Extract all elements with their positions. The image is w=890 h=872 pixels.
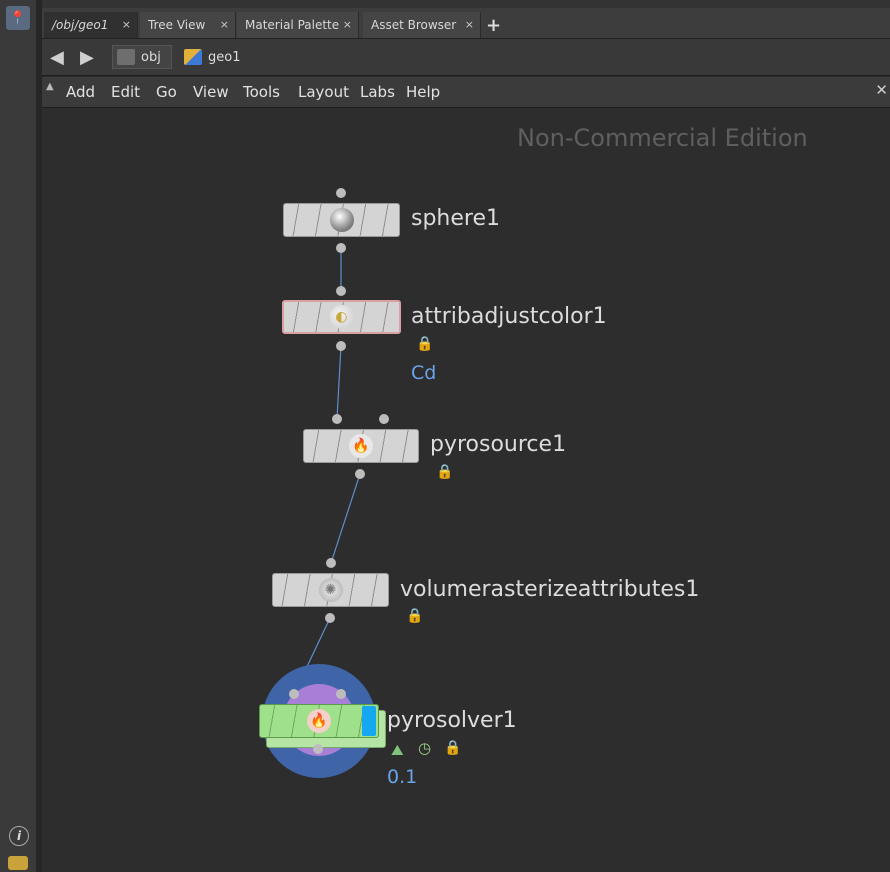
node-pyrosolver1[interactable]: 🔥 <box>259 704 379 738</box>
node-input-connector[interactable] <box>336 286 346 296</box>
node-label-volumerasterizeattributes1: volumerasterizeattributes1 <box>400 577 700 602</box>
node-input-connector[interactable] <box>289 689 299 699</box>
node-param-cd: Cd <box>411 362 437 384</box>
node-pyrosource1[interactable]: 🔥 <box>303 429 419 463</box>
wire-attrib-pyrosource <box>336 345 342 420</box>
clock-icon[interactable]: ◷ <box>418 739 431 757</box>
node-input-connector[interactable] <box>379 414 389 424</box>
color-adjust-icon: ◐ <box>329 305 354 329</box>
node-output-connector[interactable] <box>325 613 335 623</box>
node-label-pyrosolver1: pyrosolver1 <box>387 708 517 733</box>
node-output-connector[interactable] <box>336 243 346 253</box>
node-output-connector[interactable] <box>313 744 323 754</box>
node-value: 0.1 <box>387 766 418 788</box>
lock-icon[interactable]: 🔒 <box>406 608 423 624</box>
node-label-attribadjustcolor1: attribadjustcolor1 <box>411 304 607 329</box>
node-volumerasterizeattributes1[interactable]: ✺ <box>272 573 389 607</box>
lock-icon[interactable]: 🔒 <box>416 336 433 352</box>
lock-icon[interactable]: 🔒 <box>444 740 461 756</box>
volume-icon: ✺ <box>318 578 343 602</box>
node-label-sphere1: sphere1 <box>411 206 500 231</box>
node-attribadjustcolor1[interactable]: ◐ <box>282 300 401 334</box>
node-input-connector[interactable] <box>326 558 336 568</box>
node-output-connector[interactable] <box>336 341 346 351</box>
node-input-connector[interactable] <box>336 188 346 198</box>
fire-icon: 🔥 <box>349 434 373 458</box>
wire-pyrosource-volraster <box>330 473 361 564</box>
node-input-connector[interactable] <box>336 689 346 699</box>
display-flag[interactable] <box>362 706 376 736</box>
simulation-icon[interactable]: ⛰ <box>391 741 404 759</box>
node-input-connector[interactable] <box>332 414 342 424</box>
sphere-icon <box>329 208 354 232</box>
node-label-pyrosource1: pyrosource1 <box>430 432 567 457</box>
node-sphere1[interactable] <box>283 203 400 237</box>
pyro-solver-icon: 🔥 <box>307 709 331 733</box>
lock-icon[interactable]: 🔒 <box>436 464 453 480</box>
node-output-connector[interactable] <box>355 469 365 479</box>
